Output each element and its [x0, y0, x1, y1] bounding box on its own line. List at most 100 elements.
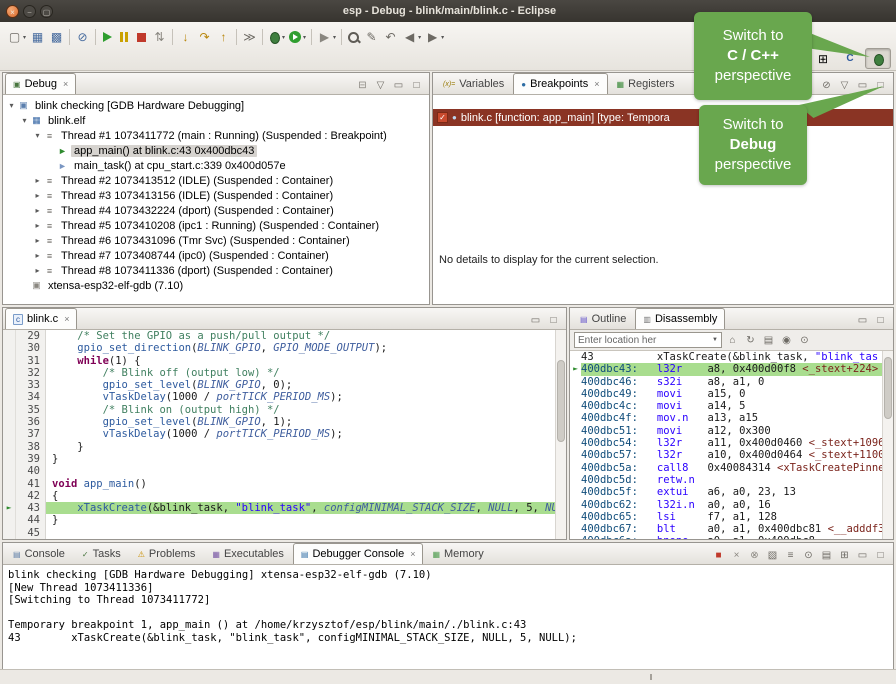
code-line[interactable]: 33 gpio_set_level(BLINK_GPIO, 0);	[3, 379, 566, 391]
disassembly-line[interactable]: 400dbc67: blt a0, a1, 0x400dbc81 <__addd…	[570, 523, 893, 535]
tree-expander-icon[interactable]: ▾	[6, 101, 17, 110]
code-line[interactable]: 45	[3, 527, 566, 539]
console-tab-console[interactable]: ▤Console	[5, 543, 73, 564]
aux-tab-disassembly[interactable]: ▥Disassembly	[635, 308, 725, 329]
disassembly-scrollbar-thumb[interactable]	[884, 357, 892, 419]
maximize-button[interactable]: □	[410, 80, 423, 91]
line-number[interactable]: 40	[16, 465, 46, 477]
disassembly-line[interactable]: 400dbc4c: movi a14, 5	[570, 400, 893, 412]
code-line[interactable]: 44}	[3, 514, 566, 526]
last-edit-location-button[interactable]: ↶	[381, 26, 400, 48]
code-line[interactable]: 38 }	[3, 441, 566, 453]
line-number[interactable]: 36	[16, 416, 46, 428]
code-line[interactable]: 40	[3, 465, 566, 477]
external-tools-button[interactable]: ▶▾	[315, 26, 338, 48]
scroll-lock-button[interactable]: ≡	[784, 550, 797, 561]
debug-tree-row[interactable]: ►main_task() at cpu_start.c:339 0x400d05…	[3, 158, 429, 173]
statusbar-handle[interactable]	[650, 674, 652, 680]
close-icon[interactable]: ×	[410, 549, 415, 559]
annotation-ruler[interactable]	[3, 330, 16, 342]
debug-tree-row[interactable]: ▣xtensa-esp32-elf-gdb (7.10)	[3, 278, 429, 293]
tree-expander-icon[interactable]: ▸	[32, 236, 43, 245]
editor-tab-blink-c[interactable]: cblink.c×	[5, 308, 77, 329]
toggle-mark-occurrences-button[interactable]: ✎	[362, 26, 381, 48]
disassembly-line[interactable]: 400dbc54: l32r a11, 0x400d0460 <_stext+1…	[570, 437, 893, 449]
annotation-ruler[interactable]	[3, 478, 16, 490]
disassembly-line[interactable]: 400dbc62: l32i.n a0, a0, 16	[570, 499, 893, 511]
close-icon[interactable]: ×	[594, 79, 599, 89]
line-number[interactable]: 38	[16, 441, 46, 453]
new-wizard-button[interactable]: ▢▾	[5, 26, 28, 48]
disassembly-line[interactable]: 400dbc46: s32i a8, a1, 0	[570, 376, 893, 388]
back-button[interactable]: ◀▾	[400, 26, 423, 48]
debug-tab-debug[interactable]: ▣Debug×	[5, 73, 76, 94]
window-close-button[interactable]: ×	[6, 5, 19, 18]
run-button[interactable]: ▾	[287, 26, 308, 48]
line-number[interactable]: 42	[16, 490, 46, 502]
skip-all-breakpoints-button[interactable]: ⊘	[820, 80, 833, 91]
tree-expander-icon[interactable]: ▸	[32, 266, 43, 275]
tree-expander-icon[interactable]: ▸	[32, 206, 43, 215]
line-number[interactable]: 29	[16, 330, 46, 342]
remove-all-terminated-button[interactable]: ⊟	[356, 80, 369, 91]
annotation-ruler[interactable]	[3, 379, 16, 391]
annotation-ruler[interactable]	[3, 465, 16, 477]
remove-launch-button[interactable]: ×	[730, 550, 743, 561]
code-line[interactable]: 30 gpio_set_direction(BLINK_GPIO, GPIO_M…	[3, 342, 566, 354]
line-number[interactable]: 44	[16, 514, 46, 526]
tree-expander-icon[interactable]: ▸	[32, 191, 43, 200]
debug-tree-row[interactable]: ▸≡Thread #2 1073413512 (IDLE) (Suspended…	[3, 173, 429, 188]
save-button[interactable]: ▦	[28, 26, 47, 48]
code-line[interactable]: 35 /* Blink on (output high) */	[3, 404, 566, 416]
line-number[interactable]: 34	[16, 391, 46, 403]
remove-all-terminated-button[interactable]: ⊗	[748, 550, 761, 561]
debug-tree-row[interactable]: ▸≡Thread #8 1073411336 (dport) (Suspende…	[3, 263, 429, 278]
search-button[interactable]	[345, 26, 362, 48]
right-tab-breakpoints[interactable]: ●Breakpoints×	[513, 73, 607, 94]
annotation-ruler[interactable]	[3, 428, 16, 440]
console-tab-tasks[interactable]: ✓Tasks	[74, 543, 129, 564]
maximize-button[interactable]: □	[547, 315, 560, 326]
step-return-button[interactable]: ↑	[214, 26, 233, 48]
tree-expander-icon[interactable]: ▸	[32, 176, 43, 185]
minimize-button[interactable]: ▭	[856, 550, 869, 561]
disassembly-line[interactable]: 43 xTaskCreate(&blink_task, "blink_tas	[570, 351, 893, 363]
code-line[interactable]: 42{	[3, 490, 566, 502]
display-selected-console-button[interactable]: ▤	[820, 550, 833, 561]
debug-button[interactable]: ▾	[266, 26, 287, 48]
suspend-button[interactable]	[116, 26, 133, 48]
minimize-button[interactable]: ▭	[529, 315, 542, 326]
line-number[interactable]: 39	[16, 453, 46, 465]
tree-expander-icon[interactable]: ▾	[19, 116, 30, 125]
debug-tree-row[interactable]: ▾▣blink checking [GDB Hardware Debugging…	[3, 98, 429, 113]
editor-code-area[interactable]: 29 /* Set the GPIO as a push/pull output…	[3, 330, 566, 539]
save-all-button[interactable]: ▩	[47, 26, 66, 48]
debug-tree-row[interactable]: ▸≡Thread #3 1073413156 (IDLE) (Suspended…	[3, 188, 429, 203]
line-number[interactable]: 35	[16, 404, 46, 416]
disassembly-line[interactable]: 400dbc5d: retw.n	[570, 474, 893, 486]
line-number[interactable]: 43	[16, 502, 46, 514]
disassembly-line[interactable]: 400dbc6a: bnone a0, a1, 0x400dbc8	[570, 535, 893, 539]
disassembly-line[interactable]: 400dbc51: movi a12, 0x300	[570, 425, 893, 437]
debug-tree-row[interactable]: ▸≡Thread #5 1073410208 (ipc1 : Running) …	[3, 218, 429, 233]
disassembly-line[interactable]: 400dbc5a: call8 0x40084314 <xTaskCreateP…	[570, 462, 893, 474]
show-source-button[interactable]: ▤	[762, 335, 775, 346]
line-number[interactable]: 33	[16, 379, 46, 391]
current-instruction-pointer-icon[interactable]: ►	[3, 502, 16, 514]
debug-tree-row[interactable]: ►app_main() at blink.c:43 0x400dbc43	[3, 143, 429, 158]
location-combo[interactable]: Enter location her ▼	[574, 332, 722, 348]
code-line[interactable]: 36 gpio_set_level(BLINK_GPIO, 1);	[3, 416, 566, 428]
console-tab-debugger-console[interactable]: ▤Debugger Console×	[293, 543, 424, 564]
debug-tree-row[interactable]: ▾▦blink.elf	[3, 113, 429, 128]
step-into-button[interactable]: ↓	[176, 26, 195, 48]
line-number[interactable]: 45	[16, 527, 46, 539]
disassembly-line[interactable]: 400dbc49: movi a15, 0	[570, 388, 893, 400]
annotation-ruler[interactable]	[3, 453, 16, 465]
minimize-button[interactable]: ▭	[392, 80, 405, 91]
track-expression-button[interactable]: ◉	[780, 335, 793, 346]
debug-tree-row[interactable]: ▾≡Thread #1 1073411772 (main : Running) …	[3, 128, 429, 143]
disassembly-line[interactable]: 400dbc5f: extui a6, a0, 23, 13	[570, 486, 893, 498]
debug-tree-row[interactable]: ▸≡Thread #6 1073431096 (Tmr Svc) (Suspen…	[3, 233, 429, 248]
tree-expander-icon[interactable]: ▸	[32, 221, 43, 230]
annotation-ruler[interactable]	[3, 391, 16, 403]
